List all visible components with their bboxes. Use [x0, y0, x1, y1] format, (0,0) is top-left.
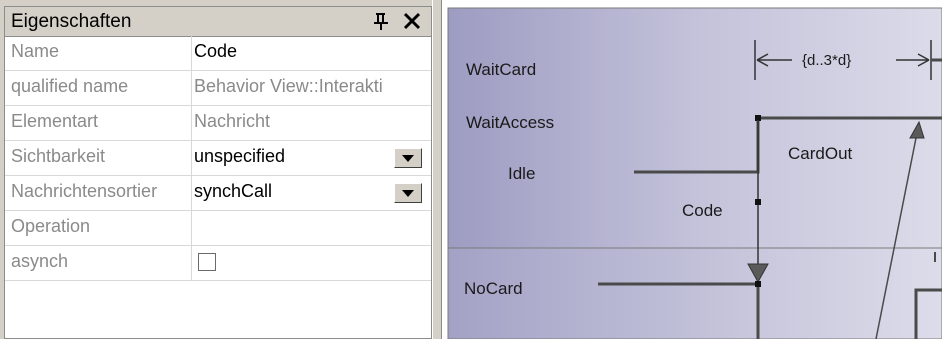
- chevron-down-icon: [402, 155, 414, 162]
- property-label: qualified name: [11, 76, 129, 96]
- constraint-label: {d..3*d}: [802, 52, 851, 69]
- property-label: Nachrichtensortier: [11, 181, 158, 201]
- panel-title: Eigenschaften: [11, 11, 132, 32]
- timeline-point: [755, 281, 761, 287]
- property-row-operation[interactable]: Operation: [5, 211, 431, 246]
- property-row-elementart: Elementart Nachricht: [5, 106, 431, 141]
- property-label: asynch: [11, 251, 69, 271]
- property-label: Elementart: [11, 111, 99, 131]
- nachrichtensortierung-dropdown-button[interactable]: [394, 183, 422, 203]
- property-row-qualified-name: qualified name Behavior View::Interakti: [5, 71, 431, 106]
- state-label: Idle: [508, 164, 535, 183]
- message-point: [755, 199, 761, 205]
- property-label: Sichtbarkeit: [11, 146, 106, 166]
- name-value-field[interactable]: Code: [194, 41, 430, 62]
- property-row-name[interactable]: Name Code: [5, 36, 431, 71]
- property-row-nachrichtensortierung[interactable]: Nachrichtensortier synchCall: [5, 176, 431, 211]
- state-label: NoCard: [464, 279, 523, 298]
- property-grid: Name Code qualified name Behavior View::…: [5, 36, 431, 281]
- close-icon[interactable]: [400, 9, 424, 33]
- qualified-name-value: Behavior View::Interakti: [194, 76, 383, 96]
- state-label: WaitAccess: [466, 113, 554, 132]
- property-row-asynch[interactable]: asynch: [5, 246, 431, 281]
- timing-diagram[interactable]: WaitCard WaitAccess Idle NoCard {d..3*d}…: [442, 0, 942, 339]
- chevron-down-icon: [402, 190, 414, 197]
- state-label: WaitCard: [466, 60, 536, 79]
- sichtbarkeit-dropdown-button[interactable]: [394, 148, 422, 168]
- message-label: Code: [682, 201, 723, 220]
- property-label: Operation: [11, 216, 91, 236]
- panel-header: Eigenschaften: [5, 7, 431, 37]
- properties-panel: Eigenschaften Name Code qualified name B…: [4, 6, 432, 339]
- message-label: CardOut: [788, 144, 853, 163]
- property-row-sichtbarkeit[interactable]: Sichtbarkeit unspecified: [5, 141, 431, 176]
- property-label: Name: [11, 41, 60, 61]
- elementart-value: Nachricht: [194, 111, 271, 131]
- pin-icon[interactable]: [371, 10, 391, 32]
- asynch-checkbox[interactable]: [198, 253, 216, 271]
- panel-splitter[interactable]: [432, 0, 442, 339]
